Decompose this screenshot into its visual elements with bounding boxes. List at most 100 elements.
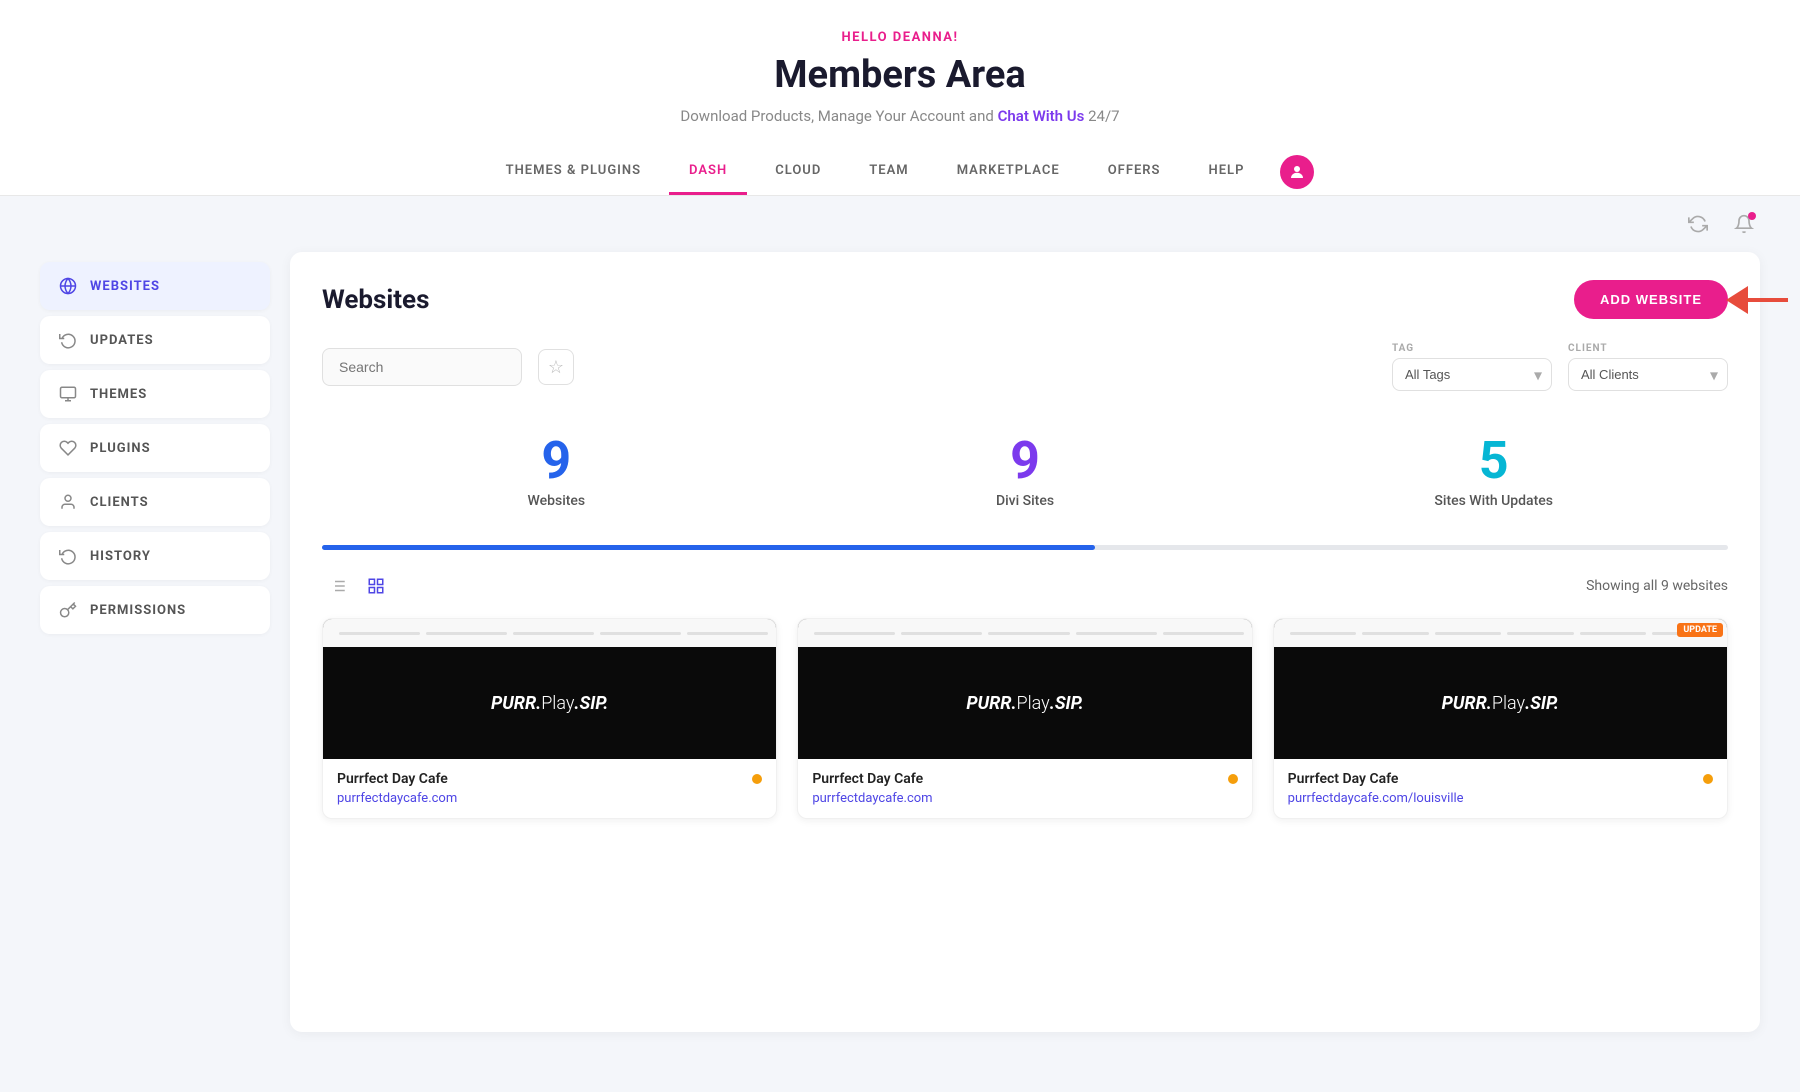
top-header: HELLO DEANNA! Members Area Download Prod… bbox=[0, 0, 1800, 196]
sidebar-item-themes[interactable]: THEMES bbox=[40, 370, 270, 418]
sidebar-label-permissions: PERMISSIONS bbox=[90, 603, 186, 618]
website-card-0[interactable]: P PURR.Pla bbox=[322, 618, 777, 819]
purr-logo-2: PURR.Play.SIP. bbox=[1442, 693, 1559, 714]
nav-dash[interactable]: DASH bbox=[669, 149, 747, 195]
stat-updates-count: 5 bbox=[1275, 435, 1712, 487]
notification-dot bbox=[1748, 212, 1756, 220]
permissions-icon bbox=[58, 600, 78, 620]
progress-bar-fill bbox=[322, 545, 1095, 550]
sidebar-label-websites: WEBSITES bbox=[90, 279, 160, 294]
websites-grid: P PURR.Pla bbox=[322, 618, 1728, 819]
card-preview-2: PURR.Play.SIP. bbox=[1274, 647, 1727, 759]
nav-cloud[interactable]: CLOUD bbox=[755, 149, 841, 195]
card-preview-0: PURR.Play.SIP. bbox=[323, 647, 776, 759]
user-avatar[interactable] bbox=[1280, 155, 1314, 189]
stat-divi-label: Divi Sites bbox=[807, 493, 1244, 509]
main-nav: THEMES & PLUGINS DASH CLOUD TEAM MARKETP… bbox=[20, 149, 1780, 195]
card-url-0[interactable]: purrfectdaycafe.com bbox=[337, 791, 762, 806]
chat-link[interactable]: Chat With Us bbox=[998, 107, 1085, 125]
nav-offers[interactable]: OFFERS bbox=[1088, 149, 1181, 195]
tag-select[interactable]: All Tags bbox=[1392, 358, 1552, 391]
tag-filter-group: TAG All Tags bbox=[1392, 343, 1552, 391]
card-url-2[interactable]: purrfectdaycafe.com/louisville bbox=[1288, 791, 1713, 806]
main-content: Websites ADD WEBSITE ☆ TAG All Tags bbox=[290, 252, 1760, 1032]
sidebar-item-plugins[interactable]: PLUGINS bbox=[40, 424, 270, 472]
content-title: Websites bbox=[322, 285, 429, 315]
sidebar-label-themes: THEMES bbox=[90, 387, 147, 402]
stat-divi-count: 9 bbox=[807, 435, 1244, 487]
purr-logo-1: PURR.Play.SIP. bbox=[966, 693, 1083, 714]
page-title: Members Area bbox=[20, 53, 1780, 97]
update-badge-2: UPDATE bbox=[1677, 623, 1723, 637]
stat-websites: 9 Websites bbox=[322, 419, 791, 525]
card-site-name-1: Purrfect Day Cafe bbox=[812, 771, 923, 787]
status-dot-2 bbox=[1703, 774, 1713, 784]
sidebar-item-permissions[interactable]: PERMISSIONS bbox=[40, 586, 270, 634]
card-nav-bar-1: P bbox=[798, 619, 1251, 647]
card-site-name-0: Purrfect Day Cafe bbox=[337, 771, 448, 787]
content-header: Websites ADD WEBSITE bbox=[322, 280, 1728, 319]
website-card-1[interactable]: P PURR.Pla bbox=[797, 618, 1252, 819]
grid-view-button[interactable] bbox=[360, 570, 392, 602]
stat-divi: 9 Divi Sites bbox=[791, 419, 1260, 525]
status-dot-0 bbox=[752, 774, 762, 784]
card-url-1[interactable]: purrfectdaycafe.com bbox=[812, 791, 1237, 806]
star-filter-button[interactable]: ☆ bbox=[538, 349, 574, 385]
sidebar-label-updates: UPDATES bbox=[90, 333, 154, 348]
view-toggle bbox=[322, 570, 392, 602]
status-dot-1 bbox=[1228, 774, 1238, 784]
stats-row: 9 Websites 9 Divi Sites 5 Sites With Upd… bbox=[322, 419, 1728, 525]
website-card-2[interactable]: P UPDATE bbox=[1273, 618, 1728, 819]
filters-row: ☆ TAG All Tags CLIENT All Clients bbox=[322, 343, 1728, 391]
notifications-icon[interactable] bbox=[1728, 208, 1760, 240]
subtitle: Download Products, Manage Your Account a… bbox=[20, 107, 1780, 125]
sidebar-label-history: HISTORY bbox=[90, 549, 151, 564]
client-label: CLIENT bbox=[1568, 343, 1728, 354]
card-thumbnail-1: P PURR.Pla bbox=[798, 619, 1251, 759]
nav-marketplace[interactable]: MARKETPLACE bbox=[937, 149, 1080, 195]
card-info-0: Purrfect Day Cafe purrfectdaycafe.com bbox=[323, 759, 776, 818]
sidebar-label-plugins: PLUGINS bbox=[90, 441, 151, 456]
nav-themes-plugins[interactable]: THEMES & PLUGINS bbox=[486, 149, 661, 195]
showing-count: Showing all 9 websites bbox=[1586, 578, 1728, 594]
stat-websites-label: Websites bbox=[338, 493, 775, 509]
nav-team[interactable]: TEAM bbox=[849, 149, 928, 195]
stat-updates-label: Sites With Updates bbox=[1275, 493, 1712, 509]
themes-icon bbox=[58, 384, 78, 404]
refresh-icon[interactable] bbox=[1682, 208, 1714, 240]
refresh-sidebar-icon bbox=[58, 330, 78, 350]
sidebar-item-websites[interactable]: WEBSITES bbox=[40, 262, 270, 310]
subtitle-after: 24/7 bbox=[1088, 107, 1119, 125]
sidebar-item-clients[interactable]: CLIENTS bbox=[40, 478, 270, 526]
arrow-indicator bbox=[1726, 286, 1788, 314]
history-icon bbox=[58, 546, 78, 566]
hello-greeting: HELLO DEANNA! bbox=[20, 30, 1780, 45]
card-nav-bar-2: P UPDATE bbox=[1274, 619, 1727, 647]
clients-icon bbox=[58, 492, 78, 512]
view-controls-row: Showing all 9 websites bbox=[322, 570, 1728, 602]
sidebar-label-clients: CLIENTS bbox=[90, 495, 149, 510]
sidebar-item-updates[interactable]: UPDATES bbox=[40, 316, 270, 364]
card-thumbnail-0: P PURR.Pla bbox=[323, 619, 776, 759]
client-select[interactable]: All Clients bbox=[1568, 358, 1728, 391]
plugins-icon bbox=[58, 438, 78, 458]
search-input[interactable] bbox=[322, 348, 522, 386]
card-thumbnail-2: P UPDATE bbox=[1274, 619, 1727, 759]
sidebar-item-history[interactable]: HISTORY bbox=[40, 532, 270, 580]
card-site-name-2: Purrfect Day Cafe bbox=[1288, 771, 1399, 787]
tag-label: TAG bbox=[1392, 343, 1552, 354]
subtitle-before: Download Products, Manage Your Account a… bbox=[680, 107, 993, 125]
nav-help[interactable]: HELP bbox=[1189, 149, 1265, 195]
arrow-head bbox=[1726, 286, 1748, 314]
client-filter-group: CLIENT All Clients bbox=[1568, 343, 1728, 391]
toolbar-row bbox=[0, 196, 1800, 252]
card-info-2: Purrfect Day Cafe purrfectdaycafe.com/lo… bbox=[1274, 759, 1727, 818]
progress-bar-container bbox=[322, 545, 1728, 550]
sidebar: WEBSITES UPDATES THEMES PLUGINS CLIENTS bbox=[40, 252, 270, 1032]
card-nav-bar-0: P bbox=[323, 619, 776, 647]
stat-updates: 5 Sites With Updates bbox=[1259, 419, 1728, 525]
list-view-button[interactable] bbox=[322, 570, 354, 602]
add-website-button[interactable]: ADD WEBSITE bbox=[1574, 280, 1728, 319]
stat-websites-count: 9 bbox=[338, 435, 775, 487]
arrow-line bbox=[1748, 298, 1788, 302]
